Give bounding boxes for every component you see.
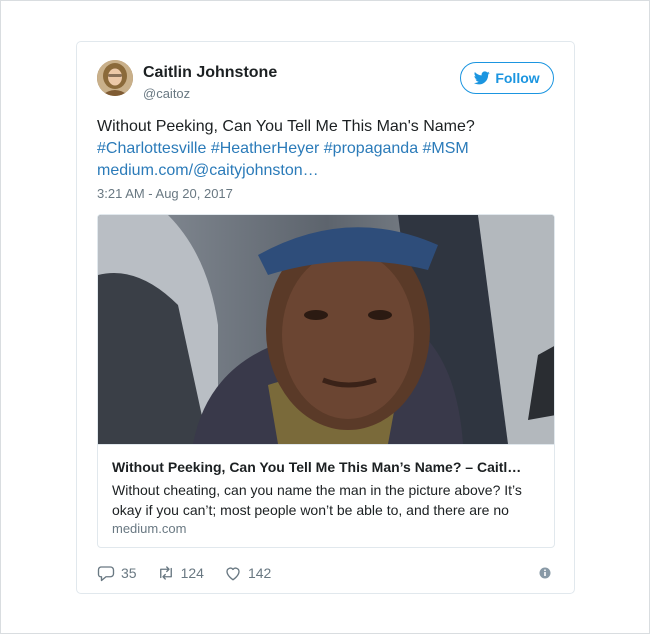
embedded-tweet: Caitlin Johnstone @caitoz Follow Without… [76,41,575,594]
heart-icon [226,567,240,581]
reply-action[interactable]: 35 [97,564,137,582]
like-action[interactable]: 142 [224,564,271,582]
tweet-link[interactable]: medium.com/@caityjohnston… [97,162,319,179]
avatar[interactable] [97,60,133,96]
card-domain: medium.com [112,521,187,536]
like-count: 142 [247,565,272,581]
retweet-count: 124 [180,565,204,581]
author-handle[interactable]: @caitoz [143,86,190,101]
follow-button[interactable]: Follow [460,62,554,94]
follow-label: Follow [495,70,540,86]
tweet-timestamp[interactable]: 3:21 AM - Aug 20, 2017 [97,186,233,201]
twitter-bird-icon [474,71,491,85]
info-icon[interactable] [539,567,551,579]
retweet-icon [159,566,172,580]
tweet-hashtags[interactable]: #Charlottesville #HeatherHeyer #propagan… [97,140,469,157]
retweet-action[interactable]: 124 [157,564,204,582]
reply-count: 35 [121,565,137,581]
card-description: Without cheating, can you name the man i… [112,482,522,518]
link-card[interactable]: Without Peeking, Can You Tell Me This Ma… [97,214,555,548]
author-name[interactable]: Caitlin Johnstone [143,64,277,82]
tweet-text: Without Peeking, Can You Tell Me This Ma… [97,116,537,182]
card-image[interactable] [98,215,554,444]
card-body: Without Peeking, Can You Tell Me This Ma… [98,444,554,547]
card-title[interactable]: Without Peeking, Can You Tell Me This Ma… [112,458,542,476]
reply-icon [97,566,115,582]
tweet-body: Without Peeking, Can You Tell Me This Ma… [97,118,475,135]
tweet-actions: 35 124 142 [97,561,291,585]
